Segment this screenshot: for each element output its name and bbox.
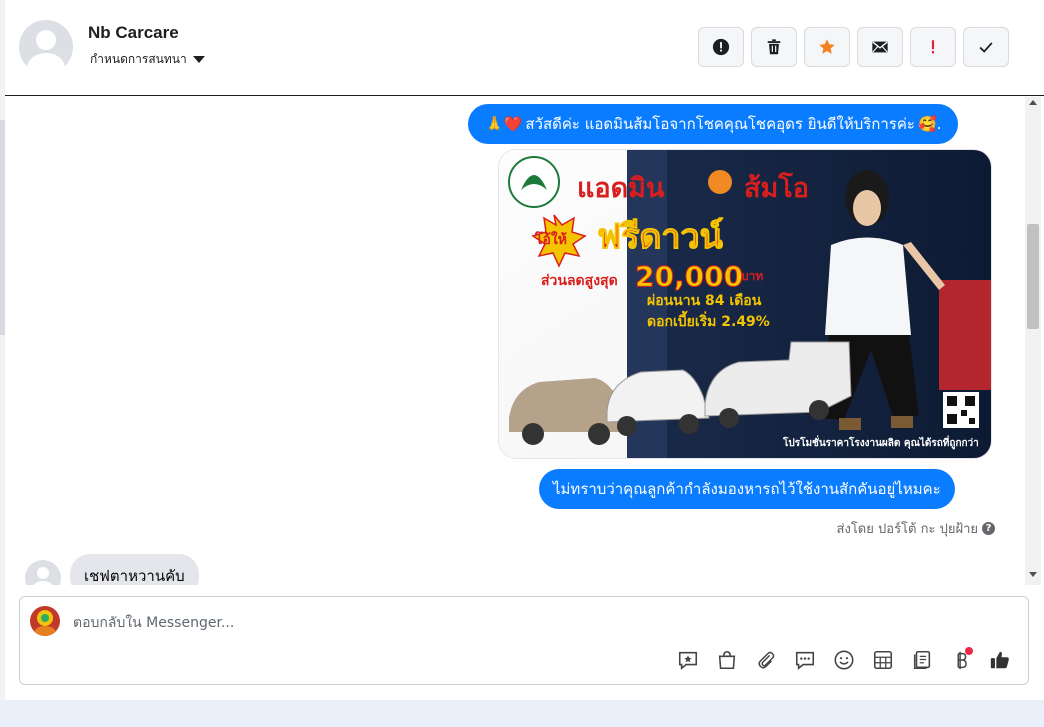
outgoing-message-question[interactable]: ไม่ทราบว่าคุณลูกค้ากำลังมองหารถไว้ใช้งาน… [539, 469, 955, 509]
promo-give-label: โอ้ให้ [534, 230, 567, 248]
greeting-emoji-suffix: 🥰. [917, 115, 942, 133]
assign-label: กำหนดการสนทนา [90, 52, 187, 66]
promo-discount-value: 20,000 [635, 260, 743, 293]
mark-spam-button[interactable] [698, 27, 744, 67]
check-icon [979, 42, 993, 53]
emoji-button[interactable] [831, 647, 856, 672]
promo-discount-unit: บาท [741, 269, 763, 283]
catalog-button[interactable] [909, 647, 934, 672]
shop-button[interactable] [714, 647, 739, 672]
thread-scrollbar[interactable] [1025, 97, 1041, 585]
reply-composer [19, 596, 1029, 685]
follow-up-button[interactable] [804, 27, 850, 67]
faq-button[interactable] [792, 647, 817, 672]
trash-icon [767, 39, 781, 55]
conversation-header: Nb Carcare กำหนดการสนทนา [5, 0, 1044, 96]
table-icon [873, 650, 892, 669]
question-circle-icon[interactable]: ? [982, 522, 995, 535]
sent-by-text: ส่งโดย ปอร์โต้ กะ ปุยฝ้าย [836, 522, 978, 537]
chat-dots-icon [795, 651, 814, 670]
reply-input[interactable] [73, 611, 973, 635]
sent-by-label: ส่งโดย ปอร์โต้ กะ ปุยฝ้าย ? [837, 518, 995, 539]
like-button[interactable] [987, 647, 1012, 672]
message-thread[interactable]: 🙏❤️ สวัสดีค่ะ แอดมินส้มโอจากโชคคุณโชคอุด… [5, 97, 1025, 585]
greeting-emoji-prefix: 🙏❤️ [485, 115, 523, 133]
promo-footer: โปรโมชั่นราคาโรงงานผลิต คุณได้รถที่ถูกกว… [782, 435, 979, 450]
envelope-icon [872, 41, 888, 53]
paperclip-icon [757, 651, 774, 669]
promo-image: แอดมิน ส้มโอ โอ้ให้ ฟรีดาวน์ ส่วนลดสูงสุ… [499, 150, 991, 458]
notebook-icon [913, 650, 930, 669]
greeting-text: สวัสดีค่ะ แอดมินส้มโอจากโชคคุณโชคอุดร ยิ… [525, 115, 915, 133]
scroll-up-arrow-icon[interactable] [1029, 100, 1037, 105]
attach-button[interactable] [753, 647, 778, 672]
assign-conversation-dropdown[interactable]: กำหนดการสนทนา [90, 50, 205, 69]
mark-done-button[interactable] [963, 27, 1009, 67]
priority-button[interactable] [910, 27, 956, 67]
contact-name[interactable]: Nb Carcare [88, 23, 179, 43]
promo-image-message[interactable]: แอดมิน ส้มโอ โอ้ให้ ฟรีดาวน์ ส่วนลดสูงสุ… [498, 149, 992, 459]
scroll-thumb[interactable] [1027, 224, 1039, 329]
exclamation-icon [931, 40, 935, 54]
incoming-message[interactable]: เชฟตาหวานคับ [70, 554, 199, 585]
smiley-icon [834, 650, 853, 669]
page-avatar [30, 606, 60, 636]
notification-dot [965, 647, 973, 655]
question-text: ไม่ทราบว่าคุณลูกค้ากำลังมองหารถไว้ใช้งาน… [553, 480, 941, 498]
promo-free-down: ฟรีดาวน์ [597, 217, 723, 257]
contact-avatar[interactable] [19, 20, 73, 74]
star-icon [819, 39, 835, 54]
payment-button[interactable] [948, 647, 973, 672]
thumbs-up-icon [990, 651, 1009, 668]
composer-toolbar [675, 647, 1012, 672]
scroll-down-arrow-icon[interactable] [1029, 572, 1037, 577]
shopping-bag-icon [718, 650, 735, 669]
mark-unread-button[interactable] [857, 27, 903, 67]
promo-headline-admin: แอดมิน [577, 173, 665, 204]
outgoing-message-greeting[interactable]: 🙏❤️ สวัสดีค่ะ แอดมินส้มโอจากโชคคุณโชคอุด… [468, 104, 959, 144]
promo-installment: ผ่อนนาน 84 เดือน [647, 293, 762, 309]
table-button[interactable] [870, 647, 895, 672]
caret-down-icon [192, 56, 205, 63]
header-actions [698, 27, 1009, 67]
bottom-band [0, 700, 1044, 727]
alert-circle-icon [712, 38, 730, 56]
promo-discount-label: ส่วนลดสูงสุด [541, 273, 618, 289]
promo-headline-som-o: ส้มโอ [744, 171, 809, 204]
saved-reply-button[interactable] [675, 647, 700, 672]
delete-button[interactable] [751, 27, 797, 67]
customer-avatar [25, 560, 61, 585]
customer-reply-text: เชฟตาหวานคับ [84, 567, 185, 585]
saved-reply-icon [678, 651, 697, 670]
